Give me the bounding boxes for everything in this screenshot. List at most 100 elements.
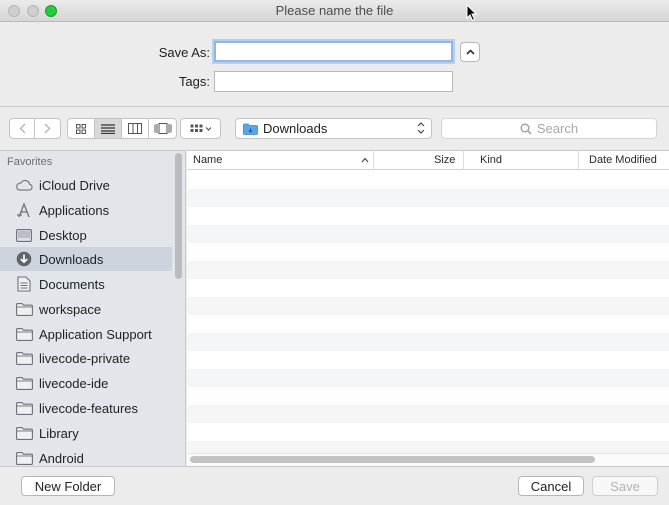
cancel-button[interactable]: Cancel: [518, 476, 584, 496]
cover-flow-button[interactable]: [149, 119, 176, 138]
horizontal-scrollbar[interactable]: [190, 456, 595, 463]
folder-icon: [15, 301, 33, 317]
column-header-row: Name Size Kind Date Modified: [187, 151, 669, 170]
sidebar-item-label: iCloud Drive: [39, 177, 110, 193]
table-row: [187, 315, 669, 333]
updown-arrows-icon: [417, 121, 425, 136]
list-view-button[interactable]: [95, 119, 122, 138]
table-row: [187, 261, 669, 279]
column-divider: [578, 151, 579, 169]
folder-icon: [15, 450, 33, 466]
navigation-buttons: [9, 118, 61, 139]
list-icon: [101, 123, 115, 134]
sidebar-item-label: Desktop: [39, 227, 87, 243]
column-header-date-modified[interactable]: Date Modified: [589, 154, 657, 166]
save-form: Save As: Tags:: [0, 23, 669, 107]
sidebar-item-label: livecode-ide: [39, 375, 109, 391]
arrange-menu-button[interactable]: [180, 118, 221, 139]
sidebar-item-label: Documents: [39, 276, 105, 292]
table-row: [187, 207, 669, 225]
title-bar: Please name the file: [0, 0, 669, 22]
desktop-icon: [15, 227, 33, 243]
cover-flow-icon: [154, 123, 171, 134]
table-row: [187, 279, 669, 297]
sidebar-item-label: Application Support: [39, 326, 152, 342]
sort-ascending-icon: [361, 157, 369, 163]
folder-icon: [15, 400, 33, 416]
window-title: Please name the file: [275, 3, 394, 18]
sidebar-item-livecode-features[interactable]: livecode-features: [0, 396, 172, 420]
applications-icon: [15, 202, 33, 218]
dialog-button-bar: New Folder Cancel Save: [0, 466, 669, 505]
tags-field[interactable]: [214, 71, 453, 92]
column-divider: [463, 151, 464, 169]
sidebar-item-documents[interactable]: Documents: [0, 272, 172, 296]
column-divider: [373, 151, 374, 169]
tags-label: Tags:: [178, 74, 210, 89]
table-row: [187, 297, 669, 315]
location-label: Downloads: [263, 121, 328, 136]
sidebar-item-library[interactable]: Library: [0, 421, 172, 445]
location-popup[interactable]: Downloads: [235, 118, 432, 139]
columns-icon: [128, 123, 142, 134]
icon-view-button[interactable]: [68, 119, 95, 138]
browser-toolbar: Downloads Search: [0, 108, 669, 150]
table-row: [187, 369, 669, 387]
search-placeholder: Search: [536, 121, 579, 136]
sidebar-item-workspace[interactable]: workspace: [0, 297, 172, 321]
sidebar: Favorites iCloud Drive Applications Desk…: [0, 150, 186, 466]
sidebar-scrollbar[interactable]: [175, 153, 182, 279]
folder-icon: [15, 425, 33, 441]
table-row: [187, 243, 669, 261]
save-as-label: Save As:: [158, 45, 210, 60]
sidebar-item-applications[interactable]: Applications: [0, 198, 172, 222]
folder-icon: [15, 326, 33, 342]
sidebar-item-application-support[interactable]: Application Support: [0, 322, 172, 346]
sidebar-item-label: Applications: [39, 202, 110, 218]
mouse-cursor-icon: [466, 4, 478, 22]
sidebar-item-label: Downloads: [39, 251, 104, 267]
folder-icon: [15, 375, 33, 391]
table-row: [187, 351, 669, 369]
sidebar-item-livecode-private[interactable]: livecode-private: [0, 346, 172, 370]
save-button[interactable]: Save: [592, 476, 658, 496]
chevron-up-icon: [465, 49, 475, 55]
search-field[interactable]: Search: [441, 118, 657, 139]
sidebar-item-label: livecode-private: [39, 350, 131, 366]
documents-icon: [15, 276, 33, 292]
chevron-right-icon: [44, 123, 51, 134]
cloud-icon: [15, 177, 33, 193]
table-row: [187, 405, 669, 423]
arrange-grid-icon: [190, 124, 211, 132]
downloads-folder-icon: [243, 123, 258, 135]
sidebar-item-livecode-ide[interactable]: livecode-ide: [0, 371, 172, 395]
table-row: [187, 189, 669, 207]
sidebar-item-downloads[interactable]: Downloads: [0, 247, 172, 271]
downloads-icon: [15, 251, 33, 267]
table-row: [187, 333, 669, 351]
sidebar-item-label: Android: [39, 450, 84, 466]
folder-icon: [15, 350, 33, 366]
sidebar-item-icloud-drive[interactable]: iCloud Drive: [0, 173, 172, 197]
sidebar-item-desktop[interactable]: Desktop: [0, 223, 172, 247]
column-header-name[interactable]: Name: [193, 154, 222, 166]
table-row: [187, 171, 669, 189]
expand-dialog-button[interactable]: [460, 42, 480, 62]
sidebar-item-label: workspace: [39, 301, 102, 317]
chevron-left-icon: [19, 123, 25, 134]
column-header-kind[interactable]: Kind: [480, 154, 502, 166]
forward-button[interactable]: [35, 119, 60, 138]
sidebar-heading-favorites: Favorites: [7, 156, 53, 168]
column-view-button[interactable]: [122, 119, 149, 138]
column-header-size[interactable]: Size: [434, 154, 455, 166]
table-row: [187, 387, 669, 405]
new-folder-button[interactable]: New Folder: [21, 476, 115, 496]
save-as-field[interactable]: [214, 41, 453, 62]
arrange-button[interactable]: [181, 119, 220, 138]
sidebar-item-label: livecode-features: [39, 400, 138, 416]
search-icon: [520, 123, 532, 134]
sidebar-item-android[interactable]: Android: [0, 446, 172, 466]
back-button[interactable]: [10, 119, 35, 138]
icon-grid-icon: [76, 123, 86, 134]
table-row: [187, 423, 669, 441]
